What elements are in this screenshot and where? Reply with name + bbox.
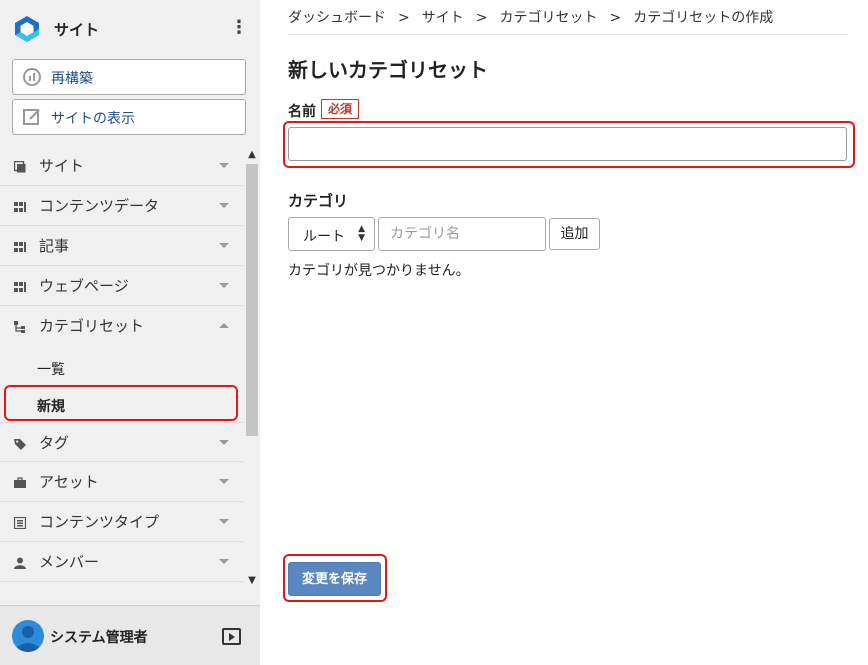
grid-icon bbox=[14, 202, 26, 212]
sidebar-item-category-sets[interactable]: カテゴリセット bbox=[0, 306, 243, 346]
highlight-name-input bbox=[283, 121, 855, 168]
sidebar-item-content-types[interactable]: コンテンツタイプ bbox=[0, 502, 243, 542]
briefcase-icon bbox=[14, 477, 26, 488]
rebuild-label: 再構築 bbox=[51, 71, 93, 87]
sidebar-subitem-label: 一覧 bbox=[37, 362, 65, 378]
empty-category-message: カテゴリが見つかりません。 bbox=[288, 263, 470, 279]
scroll-up-icon[interactable]: ▲ bbox=[247, 150, 257, 160]
required-badge: 必須 bbox=[321, 99, 360, 119]
sidebar-item-content-data[interactable]: コンテンツデータ bbox=[0, 186, 243, 226]
add-category-button[interactable]: 追加 bbox=[549, 218, 600, 250]
chevron-down-icon bbox=[219, 479, 229, 484]
chevron-down-icon bbox=[219, 559, 229, 564]
name-label: 名前 bbox=[288, 104, 316, 120]
tag-icon bbox=[14, 439, 26, 450]
site-logo-icon bbox=[15, 16, 39, 42]
select-arrows-icon: ▲ ▼ bbox=[358, 224, 365, 243]
sidebar-item-label: タグ bbox=[39, 434, 70, 452]
edit-icon bbox=[23, 109, 40, 125]
sidebar-item-webpages[interactable]: ウェブページ bbox=[0, 266, 243, 306]
window-icon bbox=[14, 161, 26, 173]
scroll-thumb[interactable] bbox=[246, 164, 258, 436]
chevron-down-icon bbox=[219, 519, 229, 524]
site-name: サイト bbox=[54, 21, 100, 39]
highlight-new-item bbox=[4, 385, 238, 421]
breadcrumb-divider bbox=[288, 34, 848, 35]
sidebar-item-label: コンテンツデータ bbox=[39, 197, 160, 215]
sidebar-item-site[interactable]: サイト bbox=[0, 146, 243, 186]
chevron-down-icon bbox=[219, 243, 229, 248]
breadcrumb-current: カテゴリセットの作成 bbox=[633, 10, 774, 26]
user-avatar-icon bbox=[16, 626, 40, 652]
chevron-down-icon bbox=[219, 283, 229, 288]
sidebar-item-label: カテゴリセット bbox=[39, 317, 145, 335]
rebuild-button[interactable]: 再構築 bbox=[12, 59, 246, 95]
rebuild-icon bbox=[23, 68, 41, 86]
page-title: 新しいカテゴリセット bbox=[288, 58, 488, 82]
sidebar-item-label: ウェブページ bbox=[39, 277, 129, 295]
breadcrumb-separator: > bbox=[398, 10, 410, 26]
sidebar-menu: サイト コンテンツデータ 記事 ウェブページ カテゴリセット 一覧 新規 タグ … bbox=[0, 146, 244, 586]
sidebar-item-label: アセット bbox=[39, 473, 99, 491]
user-bar: システム管理者 bbox=[0, 605, 260, 665]
highlight-save-button bbox=[283, 554, 387, 602]
more-options-icon[interactable]: ⋮ bbox=[230, 16, 248, 40]
user-name: システム管理者 bbox=[50, 630, 148, 646]
category-label: カテゴリ bbox=[288, 192, 349, 210]
content-type-icon bbox=[14, 517, 26, 529]
site-brand[interactable]: サイト ⋮ bbox=[12, 12, 248, 44]
sidebar-item-label: 記事 bbox=[39, 237, 70, 255]
breadcrumb-separator: > bbox=[475, 10, 488, 26]
parent-category-value: ルート bbox=[303, 229, 345, 245]
sidebar-item-tags[interactable]: タグ bbox=[0, 422, 243, 462]
sidebar-subitem-list[interactable]: 一覧 bbox=[0, 349, 243, 385]
sidebar-scrollbar[interactable]: ▲ ▼ bbox=[244, 148, 260, 588]
breadcrumb-site[interactable]: サイト bbox=[422, 10, 464, 26]
breadcrumb-category-sets[interactable]: カテゴリセット bbox=[499, 10, 597, 26]
view-site-label: サイトの表示 bbox=[51, 111, 135, 127]
tree-icon bbox=[14, 321, 25, 333]
parent-category-select[interactable]: ルート ▲ ▼ bbox=[288, 217, 375, 251]
grid-icon bbox=[14, 242, 26, 252]
chevron-down-icon bbox=[219, 203, 229, 208]
breadcrumb: ダッシュボード > サイト > カテゴリセット > カテゴリセットの作成 bbox=[288, 7, 773, 27]
view-site-button[interactable]: サイトの表示 bbox=[12, 99, 246, 135]
breadcrumb-dashboard[interactable]: ダッシュボード bbox=[288, 10, 386, 26]
grid-icon bbox=[14, 282, 26, 292]
chevron-down-icon bbox=[219, 440, 229, 445]
sidebar-item-members[interactable]: メンバー bbox=[0, 542, 243, 582]
sidebar-item-label: サイト bbox=[39, 157, 85, 175]
sidebar-item-label: メンバー bbox=[39, 553, 100, 571]
sidebar-item-label: コンテンツタイプ bbox=[39, 513, 160, 531]
chevron-down-icon bbox=[219, 163, 229, 168]
breadcrumb-separator: > bbox=[609, 10, 622, 26]
chevron-up-icon bbox=[219, 323, 229, 328]
category-name-input[interactable] bbox=[378, 217, 546, 251]
sidebar: サイト ⋮ 再構築 サイトの表示 サイト コンテンツデータ 記事 ウェブページ … bbox=[0, 0, 260, 665]
sidebar-item-assets[interactable]: アセット bbox=[0, 462, 243, 502]
expand-sidebar-icon[interactable] bbox=[222, 628, 241, 645]
sidebar-item-entries[interactable]: 記事 bbox=[0, 226, 243, 266]
scroll-down-icon[interactable]: ▼ bbox=[247, 576, 257, 586]
person-icon bbox=[14, 557, 26, 569]
avatar[interactable] bbox=[12, 620, 44, 652]
